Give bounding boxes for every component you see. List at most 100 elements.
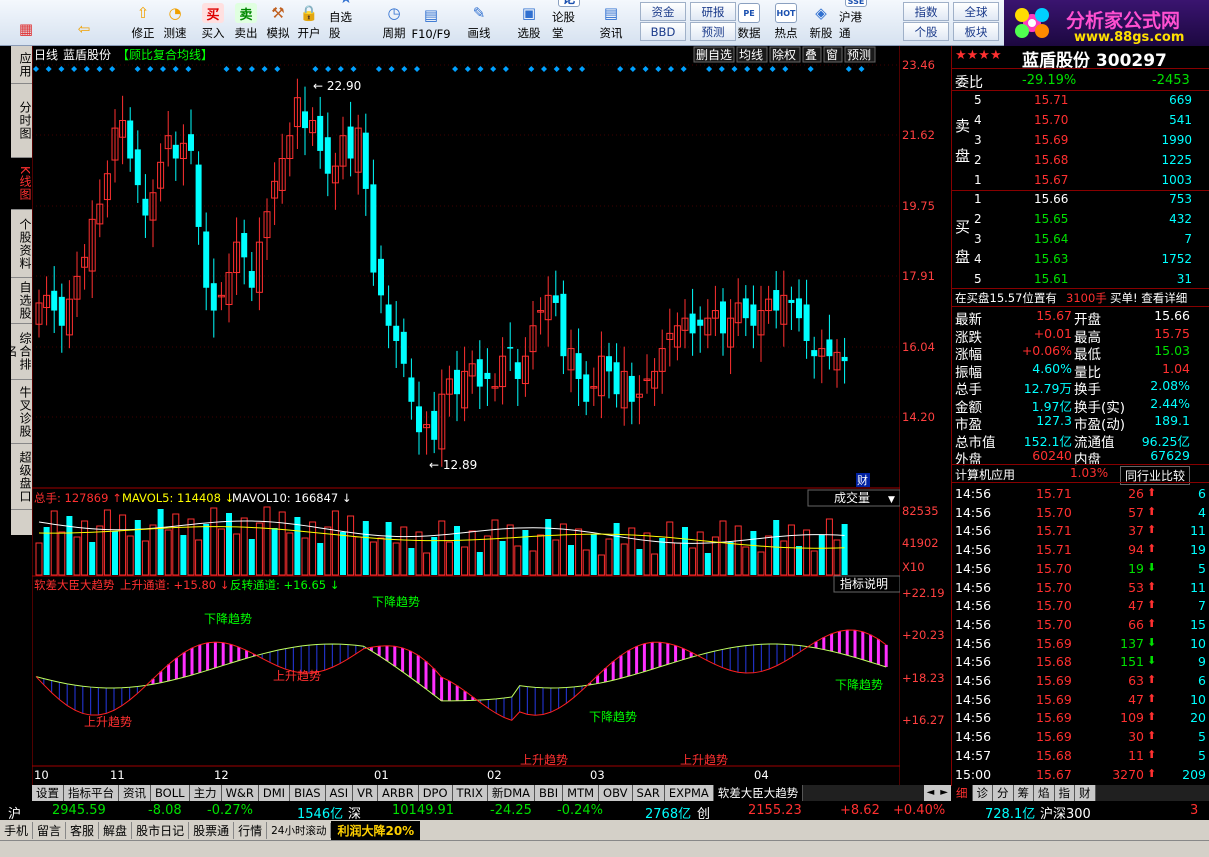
- toolbar-clock-button[interactable]: ◔ 测速: [158, 2, 192, 44]
- chart-header-button-label: 叠: [805, 48, 817, 62]
- stat-label: 外盘: [955, 452, 982, 468]
- indicator-tab-14[interactable]: BBI: [535, 785, 564, 801]
- indicator-tabs: 设置 指标平台 资讯 BOLL 主力 W&R DMI BIAS ASI VR ARBR DPO TRIX…: [32, 785, 951, 801]
- toolbar-btn18-button[interactable]: SSE 沪港通: [839, 0, 873, 44]
- tab-scroll-left-icon[interactable]: ◄: [923, 785, 938, 801]
- candle-body-down: [408, 377, 415, 402]
- indicator-tab-7[interactable]: BIAS: [290, 785, 326, 801]
- tick-count: 15: [1190, 616, 1206, 632]
- left-tab-0[interactable]: 应用: [11, 46, 32, 84]
- indicator-tab-6[interactable]: DMI: [258, 785, 291, 801]
- left-tab-7[interactable]: 超级盘口: [11, 444, 32, 510]
- indicator-tab-17[interactable]: SAR: [632, 785, 665, 801]
- toolbar-monitor-button[interactable]: ▣ 选股: [512, 2, 546, 44]
- toolbar-small-5-button[interactable]: 预测: [690, 22, 736, 41]
- bottom-link-0[interactable]: 手机: [0, 821, 34, 839]
- quote-tab-5[interactable]: 指: [1054, 785, 1075, 801]
- indicator-tab-13[interactable]: 新DMA: [487, 785, 535, 801]
- toolbar-small-4-button[interactable]: BBD: [640, 22, 686, 41]
- toolbar-back-arrow-button[interactable]: ⇦: [67, 2, 101, 44]
- indicator-tab-0[interactable]: 设置: [32, 785, 64, 801]
- indicator-tab-19[interactable]: 软差大臣大趋势: [713, 785, 804, 801]
- tick-price: 15.69: [1036, 729, 1072, 745]
- quote-tab-1[interactable]: 诊: [972, 785, 993, 801]
- indicator-tab-3[interactable]: BOLL: [151, 785, 190, 801]
- indicator-tab-5[interactable]: W&R: [221, 785, 259, 801]
- left-tab-1[interactable]: 分时图: [11, 84, 32, 158]
- news-ticker[interactable]: 利润大降20%: [331, 820, 421, 840]
- toolbar-grid-button[interactable]: ▦: [9, 2, 43, 44]
- left-tab-4[interactable]: 自选股: [11, 278, 32, 324]
- candle-body-down: [58, 296, 65, 326]
- left-tab-5[interactable]: 综合排名: [4, 324, 32, 380]
- toolbar-cycle-button[interactable]: ◷ 周期: [377, 2, 411, 44]
- indicator-tab-4[interactable]: 主力: [189, 785, 222, 801]
- tick-row: 14:56 15.69 137 ⬇ 10: [952, 636, 1209, 655]
- toolbar-small-6-button[interactable]: 个股: [903, 22, 949, 41]
- left-tab-3[interactable]: 个股资料: [11, 210, 32, 278]
- newstock-icon: ◈: [815, 4, 827, 22]
- indicator-tab-11[interactable]: DPO: [418, 785, 453, 801]
- quote-tab-6[interactable]: 财: [1075, 785, 1096, 801]
- toolbar-small-1-button[interactable]: 研报: [690, 2, 736, 21]
- bottom-link-2[interactable]: 客服: [66, 821, 100, 839]
- horizontal-scrollbar[interactable]: [0, 840, 1209, 857]
- toolbar-small-3-button[interactable]: 全球: [953, 2, 999, 21]
- toolbar-btn5-button[interactable]: 卖卖出: [229, 2, 263, 44]
- arrow-up-icon: ⬆: [1147, 616, 1157, 630]
- indicator-tab-15[interactable]: MTM: [563, 785, 600, 801]
- toolbar-f10-button[interactable]: ▤ F10/F9: [411, 2, 450, 44]
- indicator-tab-12[interactable]: TRIX: [452, 785, 488, 801]
- bottom-link-3[interactable]: 解盘: [99, 821, 133, 839]
- tick-row: 14:56 15.69 30 ⬆ 5: [952, 729, 1209, 748]
- left-tab-6[interactable]: 牛叉诊股: [11, 380, 32, 444]
- tick-time: 14:56: [955, 486, 992, 501]
- weicha-value: -2453: [1152, 73, 1190, 88]
- volume-bar: [203, 524, 210, 575]
- indicator-tab-10[interactable]: ARBR: [377, 785, 419, 801]
- bottom-link-7[interactable]: 24小时滚动: [267, 822, 332, 838]
- left-tab-2[interactable]: K线图: [11, 158, 32, 210]
- quote-tab-4[interactable]: 焰: [1034, 785, 1055, 801]
- indicator-tab-9[interactable]: VR: [353, 785, 378, 801]
- toolbar-small-2-button[interactable]: 指数: [903, 2, 949, 21]
- toolbar-btn4-button[interactable]: 买买入: [196, 2, 230, 44]
- indicator-tab-1[interactable]: 指标平台: [64, 785, 119, 801]
- indicator-tab-18[interactable]: EXPMA: [664, 785, 714, 801]
- toolbar-newstock-button[interactable]: ◈ 新股: [804, 2, 838, 44]
- toolbar-lock-button[interactable]: 🔒 开户: [292, 2, 326, 44]
- toolbar-btn13-button[interactable]: 论论股堂: [552, 0, 586, 44]
- quote-tab-0[interactable]: 细: [952, 785, 973, 801]
- volume-bar: [818, 535, 825, 575]
- candle-body-down: [484, 372, 491, 379]
- big-order-detail-link[interactable]: 买单! 查看详细: [1110, 290, 1187, 306]
- indicator-tab-8[interactable]: ASI: [325, 785, 354, 801]
- toolbar-pen-button[interactable]: ✎ 画线: [462, 2, 496, 44]
- lock-icon: 🔒: [299, 4, 319, 22]
- tab-scroll-right-icon[interactable]: ►: [937, 785, 951, 801]
- bottom-link-4[interactable]: 股市日记: [132, 821, 190, 839]
- bottom-link-1[interactable]: 留言: [33, 821, 67, 839]
- toolbar-btn15-button[interactable]: PE 数据: [732, 2, 766, 44]
- bottom-link-6[interactable]: 行情: [234, 821, 268, 839]
- trend-label: 下降趋势: [372, 595, 420, 609]
- toolbar-btn16-button[interactable]: HOT 热点: [769, 2, 803, 44]
- toolbar-hammer-button[interactable]: ⚒ 模拟: [261, 2, 295, 44]
- toolbar-star-button[interactable]: ★ 自选股: [329, 0, 363, 44]
- toolbar-up-arrow-button[interactable]: ⇧ 修正: [126, 2, 160, 44]
- bottom-link-5[interactable]: 股票通: [189, 821, 235, 839]
- toolbar-small-7-button[interactable]: 板块: [953, 22, 999, 41]
- candle-body-down: [195, 164, 202, 227]
- status-cy-pct: +0.40%: [893, 803, 946, 818]
- sell-level: 3: [974, 133, 982, 147]
- quote-tab-2[interactable]: 分: [993, 785, 1014, 801]
- volume-bar: [727, 542, 734, 575]
- indicator-tab-16[interactable]: OBV: [599, 785, 633, 801]
- quote-tab-3[interactable]: 筹: [1013, 785, 1034, 801]
- toolbar-doc-button[interactable]: ▤ 资讯: [594, 2, 628, 44]
- buy-price: 15.64: [1034, 232, 1069, 246]
- buy-volume: 7: [1184, 232, 1192, 246]
- stat-value: 189.1: [1154, 413, 1190, 428]
- indicator-tab-2[interactable]: 资讯: [119, 785, 151, 801]
- toolbar-small-0-button[interactable]: 资金: [640, 2, 686, 21]
